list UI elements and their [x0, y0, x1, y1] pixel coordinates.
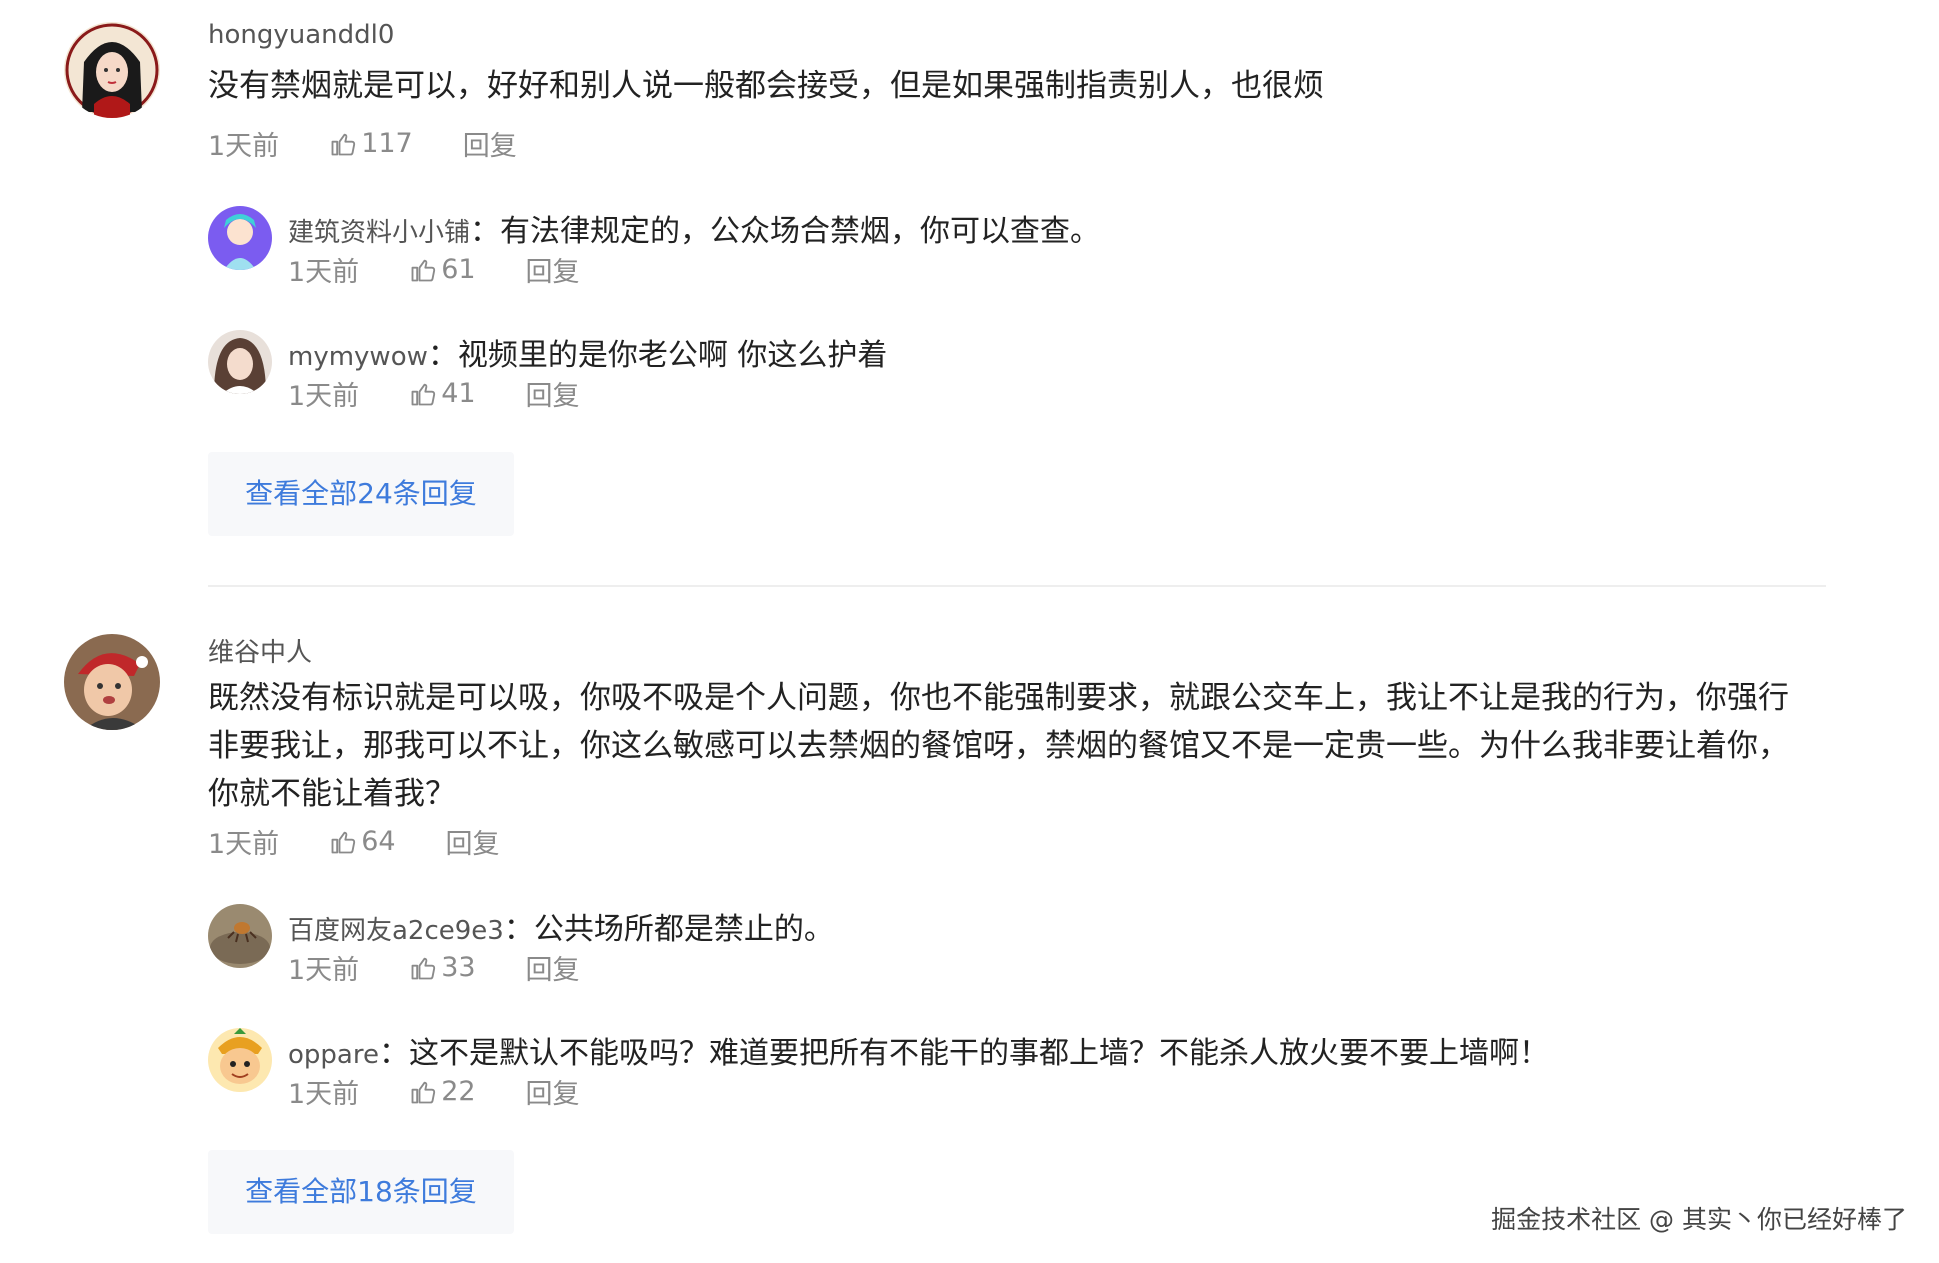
- thumbs-up-icon: [331, 831, 356, 853]
- reply-line: 百度网友a2ce9e3：公共场所都是禁止的。: [288, 904, 834, 948]
- comment-meta: 1天前 64 回复: [208, 822, 500, 861]
- like-button[interactable]: 64: [329, 826, 396, 857]
- thumbs-up-icon: [411, 383, 436, 405]
- thumbs-up-icon: [331, 133, 356, 155]
- view-all-replies-button[interactable]: 查看全部18条回复: [208, 1150, 514, 1234]
- reply-meta: 1天前 61 回复: [288, 250, 580, 289]
- reply-avatar[interactable]: [208, 330, 272, 394]
- reply-button[interactable]: 回复: [463, 124, 517, 163]
- reply-meta: 1天前 33 回复: [288, 948, 580, 987]
- comment-content: 没有禁烟就是可以，好好和别人说一般都会接受，但是如果强制指责别人，也很烦: [208, 68, 1324, 104]
- reply-content: 视频里的是你老公啊 你这么护着: [457, 338, 888, 373]
- comment-username[interactable]: hongyuanddl0: [208, 20, 394, 50]
- reply-content: 有法律规定的，公众场合禁烟，你可以查查。: [500, 214, 1101, 249]
- reply-username[interactable]: 百度网友a2ce9e3: [288, 916, 504, 946]
- reply-time: 1天前: [288, 257, 360, 288]
- like-button[interactable]: 33: [409, 952, 476, 983]
- like-button[interactable]: 22: [409, 1076, 476, 1107]
- like-count: 64: [361, 826, 396, 857]
- user-avatar[interactable]: [64, 22, 160, 118]
- like-button[interactable]: 41: [409, 378, 476, 409]
- comment-time: 1天前: [208, 829, 280, 860]
- comment-meta: 1天前 117 回复: [208, 124, 517, 163]
- watermark: 掘金技术社区 @ 其实丶你已经好棒了: [1491, 1205, 1907, 1234]
- comment-time: 1天前: [208, 131, 280, 162]
- reply-button[interactable]: 回复: [526, 948, 580, 987]
- reply-line: oppare：这不是默认不能吸吗？难道要把所有不能干的事都上墙？不能杀人放火要不…: [288, 1028, 1549, 1072]
- reply-avatar[interactable]: [208, 1028, 272, 1092]
- reply-username[interactable]: mymywow: [288, 342, 428, 372]
- comment-username[interactable]: 维谷中人: [208, 632, 312, 669]
- comment-content: 既然没有标识就是可以吸，你吸不吸是个人问题，你也不能强制要求，就跟公交车上，我让…: [208, 680, 1789, 812]
- divider: [208, 585, 1826, 587]
- like-button[interactable]: 61: [409, 254, 476, 285]
- view-all-replies-button[interactable]: 查看全部24条回复: [208, 452, 514, 536]
- like-count: 22: [441, 1076, 476, 1107]
- like-button[interactable]: 117: [329, 128, 413, 159]
- like-count: 41: [441, 378, 476, 409]
- like-count: 61: [441, 254, 476, 285]
- thumbs-up-icon: [411, 259, 436, 281]
- reply-content: 公共场所都是禁止的。: [533, 912, 834, 947]
- reply-line: 建筑资料小小铺：有法律规定的，公众场合禁烟，你可以查查。: [288, 206, 1100, 250]
- like-count: 117: [361, 128, 413, 159]
- reply-button[interactable]: 回复: [526, 374, 580, 413]
- reply-time: 1天前: [288, 955, 360, 986]
- reply-button[interactable]: 回复: [446, 822, 500, 861]
- reply-avatar[interactable]: [208, 206, 272, 270]
- reply-line: mymywow：视频里的是你老公啊 你这么护着: [288, 330, 887, 374]
- reply-meta: 1天前 41 回复: [288, 374, 580, 413]
- like-count: 33: [441, 952, 476, 983]
- reply-button[interactable]: 回复: [526, 1072, 580, 1111]
- reply-content: 这不是默认不能吸吗？难道要把所有不能干的事都上墙？不能杀人放火要不要上墙啊！: [408, 1036, 1549, 1071]
- reply-avatar[interactable]: [208, 904, 272, 968]
- reply-separator: ：: [470, 214, 501, 249]
- thumbs-up-icon: [411, 957, 436, 979]
- reply-button[interactable]: 回复: [526, 250, 580, 289]
- user-avatar[interactable]: [64, 634, 160, 730]
- thumbs-up-icon: [411, 1081, 436, 1103]
- reply-separator: ：: [503, 912, 534, 947]
- reply-time: 1天前: [288, 381, 360, 412]
- reply-username[interactable]: oppare: [288, 1040, 379, 1070]
- reply-separator: ：: [378, 1036, 409, 1071]
- reply-meta: 1天前 22 回复: [288, 1072, 580, 1111]
- reply-separator: ：: [427, 338, 458, 373]
- reply-time: 1天前: [288, 1079, 360, 1110]
- reply-username[interactable]: 建筑资料小小铺: [288, 218, 470, 248]
